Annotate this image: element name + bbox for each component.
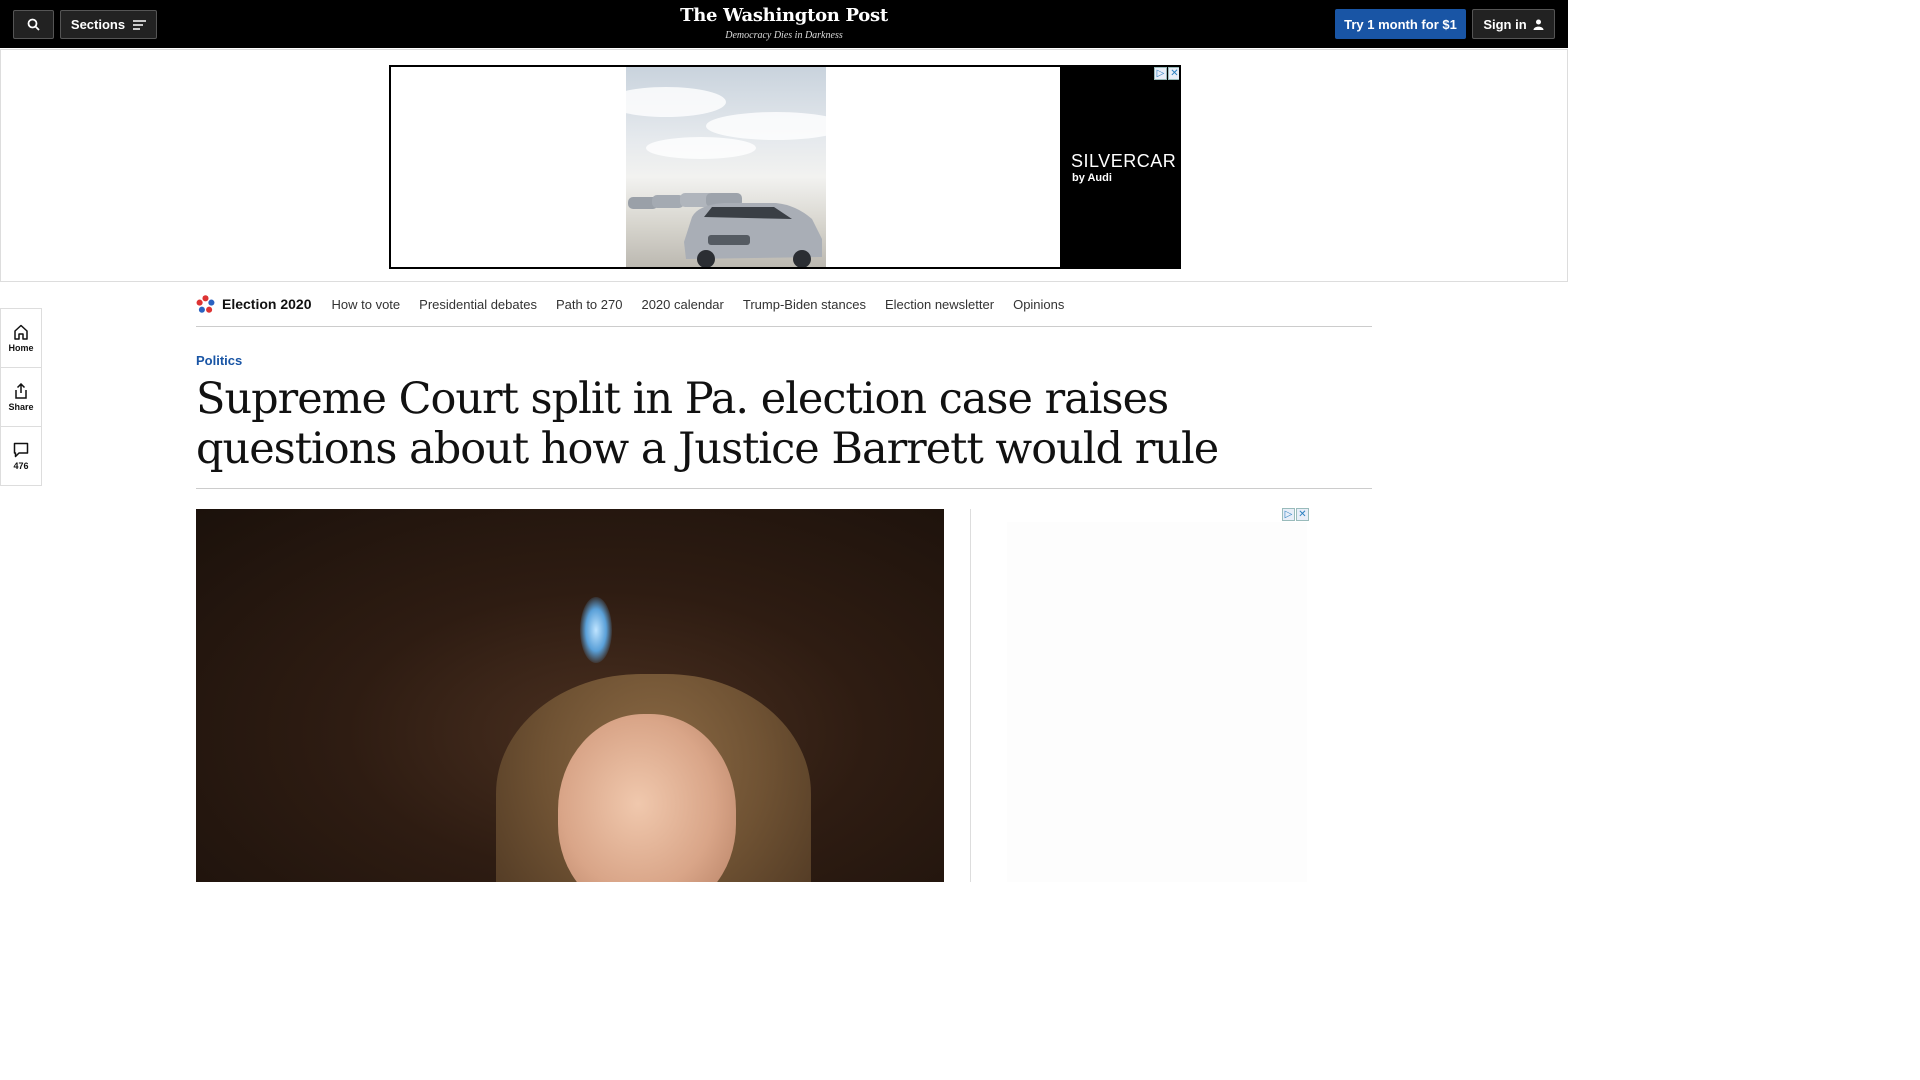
comment-count: 476: [13, 461, 29, 471]
nav-link-trump-biden-stances[interactable]: Trump-Biden stances: [743, 297, 866, 312]
election-2020-title: Election 2020: [222, 296, 312, 312]
nav-link-how-to-vote[interactable]: How to vote: [332, 297, 401, 312]
comments-button[interactable]: 476: [1, 427, 41, 486]
section-kicker[interactable]: Politics: [196, 353, 242, 368]
share-button[interactable]: Share: [1, 368, 41, 427]
home-button[interactable]: Home: [1, 309, 41, 368]
search-icon: [27, 18, 40, 31]
sign-in-label: Sign in: [1483, 16, 1527, 32]
sidebar-ad-choices[interactable]: ▷ ✕: [1282, 508, 1309, 521]
top-navigation-bar: Sections The Washington Post Democracy D…: [0, 0, 1568, 48]
user-icon: [1533, 19, 1544, 30]
election-2020-brand[interactable]: Election 2020: [196, 294, 312, 314]
search-button[interactable]: [13, 10, 54, 39]
masthead[interactable]: The Washington Post Democracy Dies in Da…: [634, 4, 934, 43]
ad-choices[interactable]: ▷ ✕: [1154, 67, 1179, 80]
ad-brand-panel[interactable]: SILVERCAR by Audi: [1060, 67, 1179, 267]
top-ad-container: SILVERCAR by Audi ▷ ✕: [0, 49, 1568, 282]
lead-photo[interactable]: [196, 509, 944, 882]
headline-divider: [196, 488, 1372, 489]
nav-link-presidential-debates[interactable]: Presidential debates: [419, 297, 537, 312]
washington-post-logo[interactable]: The Washington Post: [634, 4, 934, 28]
comment-icon: [13, 442, 29, 458]
election-star-icon: [196, 294, 215, 313]
sidebar-divider: [970, 509, 971, 882]
ad-brand-name: SILVERCAR: [1071, 151, 1177, 171]
adchoices-icon[interactable]: ▷: [1154, 67, 1167, 80]
tagline: Democracy Dies in Darkness: [725, 30, 843, 41]
sidebar-close-ad-icon[interactable]: ✕: [1296, 508, 1309, 521]
article-headline: Supreme Court split in Pa. election case…: [196, 374, 1219, 474]
sections-label: Sections: [70, 17, 126, 32]
hamburger-menu-icon: [133, 19, 147, 30]
sidebar-adchoices-icon[interactable]: ▷: [1282, 508, 1295, 521]
nav-link-path-to-270[interactable]: Path to 270: [556, 297, 623, 312]
sections-button[interactable]: Sections: [60, 10, 157, 39]
home-label: Home: [8, 342, 34, 353]
ad-brand-sub: by Audi: [1072, 172, 1112, 184]
subscribe-button[interactable]: Try 1 month for $1: [1335, 9, 1466, 39]
close-ad-icon[interactable]: ✕: [1168, 67, 1179, 80]
sidebar-ad[interactable]: [1007, 522, 1307, 882]
car-icon: [628, 193, 822, 267]
share-icon: [15, 382, 27, 399]
election-section-nav: Election 2020 How to vote Presidential d…: [196, 282, 1372, 327]
share-label: Share: [8, 401, 34, 412]
nav-link-election-newsletter[interactable]: Election newsletter: [885, 297, 994, 312]
left-action-rail: Home Share 476: [0, 308, 42, 486]
ad-car-photo[interactable]: [626, 67, 826, 267]
silvercar-banner-ad[interactable]: SILVERCAR by Audi ▷ ✕: [389, 65, 1181, 269]
nav-link-2020-calendar[interactable]: 2020 calendar: [641, 297, 723, 312]
background-light: [580, 597, 612, 663]
sign-in-button[interactable]: Sign in: [1472, 9, 1555, 39]
home-icon: [14, 324, 28, 340]
nav-link-opinions[interactable]: Opinions: [1013, 297, 1064, 312]
